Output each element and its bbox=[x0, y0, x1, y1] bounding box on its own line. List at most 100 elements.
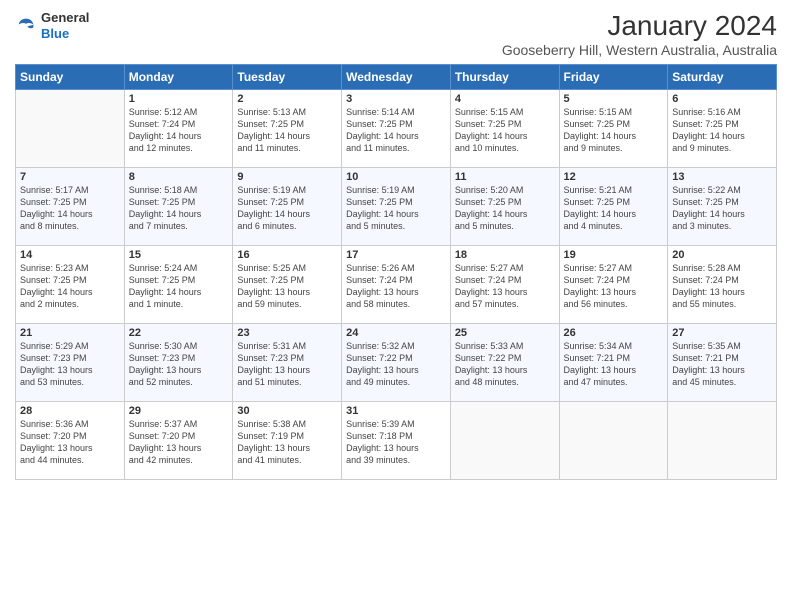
calendar-cell: 26Sunrise: 5:34 AM Sunset: 7:21 PM Dayli… bbox=[559, 324, 668, 402]
day-number: 22 bbox=[129, 327, 229, 339]
calendar-cell: 2Sunrise: 5:13 AM Sunset: 7:25 PM Daylig… bbox=[233, 90, 342, 168]
calendar-cell bbox=[559, 402, 668, 480]
week-row-2: 7Sunrise: 5:17 AM Sunset: 7:25 PM Daylig… bbox=[16, 168, 777, 246]
day-info: Sunrise: 5:35 AM Sunset: 7:21 PM Dayligh… bbox=[672, 340, 772, 389]
weekday-header-tuesday: Tuesday bbox=[233, 65, 342, 90]
day-number: 24 bbox=[346, 327, 446, 339]
day-info: Sunrise: 5:33 AM Sunset: 7:22 PM Dayligh… bbox=[455, 340, 555, 389]
logo: General Blue bbox=[15, 10, 89, 41]
day-info: Sunrise: 5:25 AM Sunset: 7:25 PM Dayligh… bbox=[237, 262, 337, 311]
calendar-cell: 22Sunrise: 5:30 AM Sunset: 7:23 PM Dayli… bbox=[124, 324, 233, 402]
day-number: 29 bbox=[129, 405, 229, 417]
weekday-header-wednesday: Wednesday bbox=[342, 65, 451, 90]
calendar-cell: 15Sunrise: 5:24 AM Sunset: 7:25 PM Dayli… bbox=[124, 246, 233, 324]
calendar-cell: 17Sunrise: 5:26 AM Sunset: 7:24 PM Dayli… bbox=[342, 246, 451, 324]
day-info: Sunrise: 5:15 AM Sunset: 7:25 PM Dayligh… bbox=[564, 106, 664, 155]
day-info: Sunrise: 5:36 AM Sunset: 7:20 PM Dayligh… bbox=[20, 418, 120, 467]
day-info: Sunrise: 5:24 AM Sunset: 7:25 PM Dayligh… bbox=[129, 262, 229, 311]
calendar-cell: 21Sunrise: 5:29 AM Sunset: 7:23 PM Dayli… bbox=[16, 324, 125, 402]
day-number: 2 bbox=[237, 93, 337, 105]
day-number: 21 bbox=[20, 327, 120, 339]
calendar-cell: 25Sunrise: 5:33 AM Sunset: 7:22 PM Dayli… bbox=[450, 324, 559, 402]
header: General Blue January 2024 Gooseberry Hil… bbox=[15, 10, 777, 58]
day-number: 6 bbox=[672, 93, 772, 105]
calendar-cell bbox=[16, 90, 125, 168]
day-info: Sunrise: 5:16 AM Sunset: 7:25 PM Dayligh… bbox=[672, 106, 772, 155]
day-number: 8 bbox=[129, 171, 229, 183]
day-info: Sunrise: 5:30 AM Sunset: 7:23 PM Dayligh… bbox=[129, 340, 229, 389]
calendar-cell: 30Sunrise: 5:38 AM Sunset: 7:19 PM Dayli… bbox=[233, 402, 342, 480]
calendar-cell bbox=[668, 402, 777, 480]
calendar-cell: 1Sunrise: 5:12 AM Sunset: 7:24 PM Daylig… bbox=[124, 90, 233, 168]
title-block: January 2024 Gooseberry Hill, Western Au… bbox=[502, 10, 777, 58]
day-info: Sunrise: 5:27 AM Sunset: 7:24 PM Dayligh… bbox=[564, 262, 664, 311]
calendar-cell: 5Sunrise: 5:15 AM Sunset: 7:25 PM Daylig… bbox=[559, 90, 668, 168]
day-info: Sunrise: 5:15 AM Sunset: 7:25 PM Dayligh… bbox=[455, 106, 555, 155]
logo-text: General Blue bbox=[41, 10, 89, 41]
calendar-cell: 18Sunrise: 5:27 AM Sunset: 7:24 PM Dayli… bbox=[450, 246, 559, 324]
day-info: Sunrise: 5:19 AM Sunset: 7:25 PM Dayligh… bbox=[346, 184, 446, 233]
day-number: 12 bbox=[564, 171, 664, 183]
calendar-table: SundayMondayTuesdayWednesdayThursdayFrid… bbox=[15, 64, 777, 480]
week-row-5: 28Sunrise: 5:36 AM Sunset: 7:20 PM Dayli… bbox=[16, 402, 777, 480]
day-info: Sunrise: 5:20 AM Sunset: 7:25 PM Dayligh… bbox=[455, 184, 555, 233]
weekday-header-sunday: Sunday bbox=[16, 65, 125, 90]
week-row-4: 21Sunrise: 5:29 AM Sunset: 7:23 PM Dayli… bbox=[16, 324, 777, 402]
calendar-cell: 11Sunrise: 5:20 AM Sunset: 7:25 PM Dayli… bbox=[450, 168, 559, 246]
day-info: Sunrise: 5:22 AM Sunset: 7:25 PM Dayligh… bbox=[672, 184, 772, 233]
day-number: 5 bbox=[564, 93, 664, 105]
day-info: Sunrise: 5:32 AM Sunset: 7:22 PM Dayligh… bbox=[346, 340, 446, 389]
day-number: 10 bbox=[346, 171, 446, 183]
day-number: 3 bbox=[346, 93, 446, 105]
day-number: 23 bbox=[237, 327, 337, 339]
day-info: Sunrise: 5:14 AM Sunset: 7:25 PM Dayligh… bbox=[346, 106, 446, 155]
weekday-header-row: SundayMondayTuesdayWednesdayThursdayFrid… bbox=[16, 65, 777, 90]
day-info: Sunrise: 5:17 AM Sunset: 7:25 PM Dayligh… bbox=[20, 184, 120, 233]
weekday-header-thursday: Thursday bbox=[450, 65, 559, 90]
calendar-cell: 19Sunrise: 5:27 AM Sunset: 7:24 PM Dayli… bbox=[559, 246, 668, 324]
day-info: Sunrise: 5:29 AM Sunset: 7:23 PM Dayligh… bbox=[20, 340, 120, 389]
day-info: Sunrise: 5:19 AM Sunset: 7:25 PM Dayligh… bbox=[237, 184, 337, 233]
week-row-3: 14Sunrise: 5:23 AM Sunset: 7:25 PM Dayli… bbox=[16, 246, 777, 324]
day-info: Sunrise: 5:38 AM Sunset: 7:19 PM Dayligh… bbox=[237, 418, 337, 467]
logo-icon bbox=[15, 15, 37, 37]
day-info: Sunrise: 5:27 AM Sunset: 7:24 PM Dayligh… bbox=[455, 262, 555, 311]
calendar-cell: 16Sunrise: 5:25 AM Sunset: 7:25 PM Dayli… bbox=[233, 246, 342, 324]
weekday-header-friday: Friday bbox=[559, 65, 668, 90]
calendar-cell: 13Sunrise: 5:22 AM Sunset: 7:25 PM Dayli… bbox=[668, 168, 777, 246]
day-info: Sunrise: 5:12 AM Sunset: 7:24 PM Dayligh… bbox=[129, 106, 229, 155]
day-number: 18 bbox=[455, 249, 555, 261]
day-info: Sunrise: 5:13 AM Sunset: 7:25 PM Dayligh… bbox=[237, 106, 337, 155]
day-info: Sunrise: 5:21 AM Sunset: 7:25 PM Dayligh… bbox=[564, 184, 664, 233]
day-number: 11 bbox=[455, 171, 555, 183]
calendar-cell: 14Sunrise: 5:23 AM Sunset: 7:25 PM Dayli… bbox=[16, 246, 125, 324]
calendar-cell: 3Sunrise: 5:14 AM Sunset: 7:25 PM Daylig… bbox=[342, 90, 451, 168]
day-number: 19 bbox=[564, 249, 664, 261]
day-number: 30 bbox=[237, 405, 337, 417]
calendar-cell: 7Sunrise: 5:17 AM Sunset: 7:25 PM Daylig… bbox=[16, 168, 125, 246]
location: Gooseberry Hill, Western Australia, Aust… bbox=[502, 42, 777, 58]
day-info: Sunrise: 5:37 AM Sunset: 7:20 PM Dayligh… bbox=[129, 418, 229, 467]
calendar-cell: 9Sunrise: 5:19 AM Sunset: 7:25 PM Daylig… bbox=[233, 168, 342, 246]
day-number: 20 bbox=[672, 249, 772, 261]
day-info: Sunrise: 5:34 AM Sunset: 7:21 PM Dayligh… bbox=[564, 340, 664, 389]
day-info: Sunrise: 5:28 AM Sunset: 7:24 PM Dayligh… bbox=[672, 262, 772, 311]
weekday-header-monday: Monday bbox=[124, 65, 233, 90]
calendar-cell: 31Sunrise: 5:39 AM Sunset: 7:18 PM Dayli… bbox=[342, 402, 451, 480]
calendar-cell: 27Sunrise: 5:35 AM Sunset: 7:21 PM Dayli… bbox=[668, 324, 777, 402]
day-number: 25 bbox=[455, 327, 555, 339]
day-number: 16 bbox=[237, 249, 337, 261]
calendar-cell: 24Sunrise: 5:32 AM Sunset: 7:22 PM Dayli… bbox=[342, 324, 451, 402]
day-number: 17 bbox=[346, 249, 446, 261]
day-number: 27 bbox=[672, 327, 772, 339]
day-number: 9 bbox=[237, 171, 337, 183]
page: General Blue January 2024 Gooseberry Hil… bbox=[0, 0, 792, 612]
calendar-cell: 10Sunrise: 5:19 AM Sunset: 7:25 PM Dayli… bbox=[342, 168, 451, 246]
day-number: 31 bbox=[346, 405, 446, 417]
day-info: Sunrise: 5:31 AM Sunset: 7:23 PM Dayligh… bbox=[237, 340, 337, 389]
calendar-cell: 6Sunrise: 5:16 AM Sunset: 7:25 PM Daylig… bbox=[668, 90, 777, 168]
day-number: 13 bbox=[672, 171, 772, 183]
calendar-cell bbox=[450, 402, 559, 480]
day-number: 4 bbox=[455, 93, 555, 105]
month-title: January 2024 bbox=[502, 10, 777, 42]
